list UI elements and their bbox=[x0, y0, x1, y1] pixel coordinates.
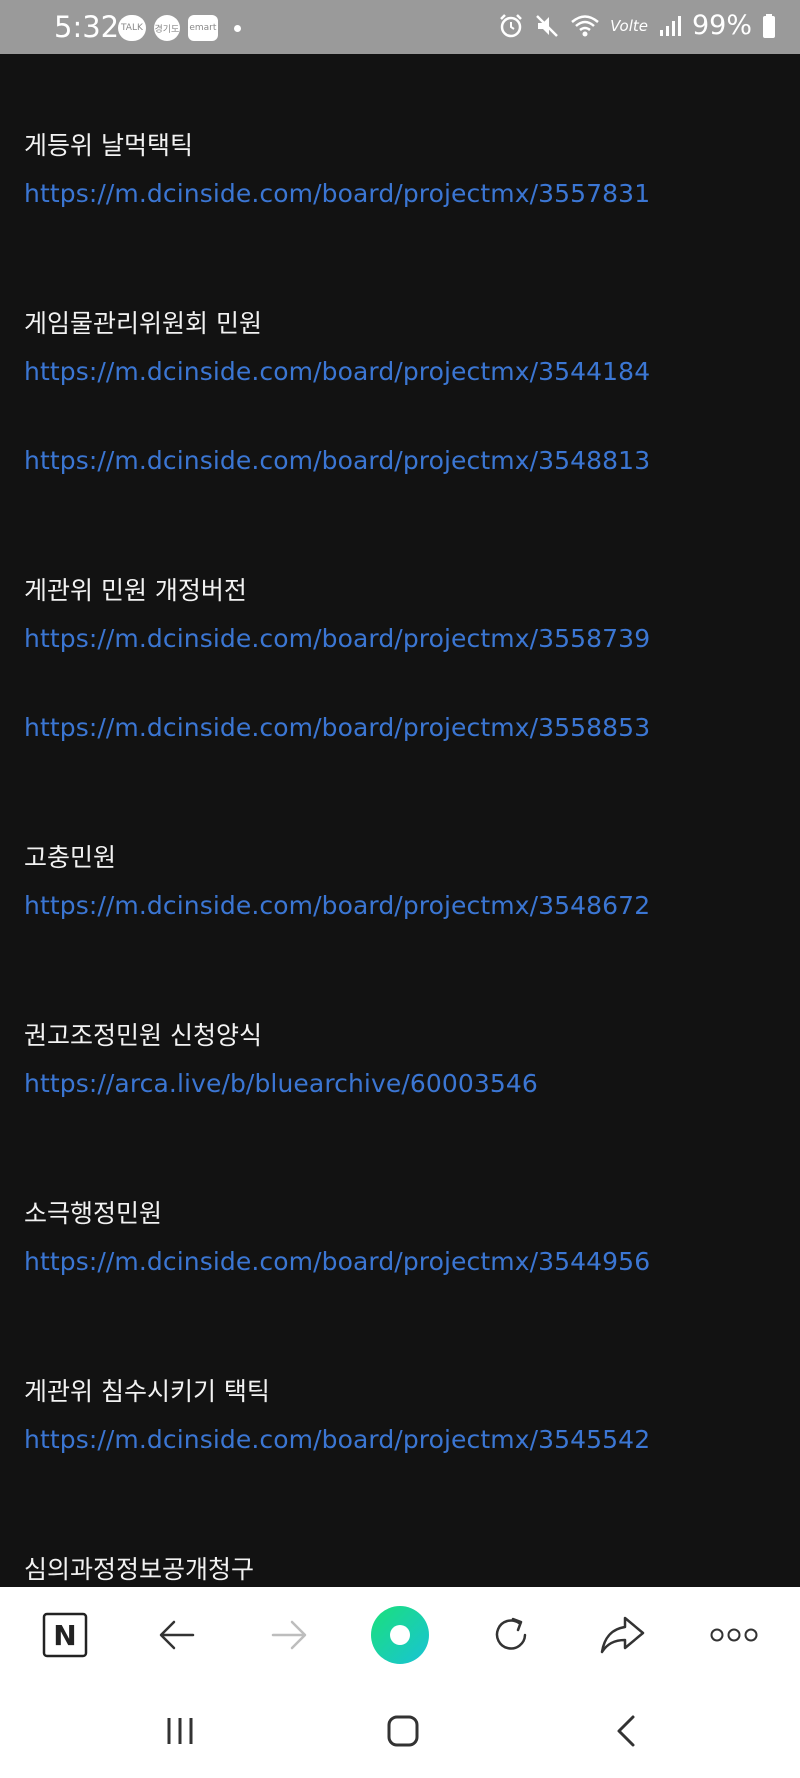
entry-link[interactable]: https://m.dcinside.com/board/projectmx/3… bbox=[24, 356, 650, 388]
forward-button[interactable] bbox=[257, 1603, 321, 1667]
naver-n-icon: N bbox=[42, 1612, 88, 1658]
entry-link[interactable]: https://m.dcinside.com/board/projectmx/3… bbox=[24, 445, 650, 477]
gyeonggi-app-notification-icon: 경기도 bbox=[153, 15, 180, 41]
back-arrow-icon bbox=[159, 1620, 195, 1650]
recent-apps-icon bbox=[167, 1718, 193, 1744]
system-icons: Volte 99% bbox=[498, 10, 776, 41]
signal-icon bbox=[659, 15, 681, 36]
volte-indicator: Volte bbox=[610, 16, 648, 35]
svg-text:N: N bbox=[53, 1619, 76, 1652]
entry-link[interactable]: https://m.dcinside.com/board/projectmx/3… bbox=[24, 1246, 650, 1278]
share-button[interactable] bbox=[591, 1603, 655, 1667]
refresh-icon bbox=[495, 1617, 527, 1650]
back-button[interactable] bbox=[145, 1603, 209, 1667]
naver-n-button[interactable]: N bbox=[33, 1603, 97, 1667]
home-icon bbox=[387, 1715, 419, 1747]
home-green-button[interactable] bbox=[368, 1603, 432, 1667]
more-icon bbox=[710, 1628, 758, 1642]
entry-link[interactable]: https://m.dcinside.com/board/projectmx/3… bbox=[24, 890, 650, 922]
entry-heading: 권고조정민원 신청양식 bbox=[24, 1021, 262, 1050]
emart-notification-icon: emart bbox=[187, 15, 218, 41]
entry-heading: 게등위 날먹택틱 bbox=[24, 131, 193, 160]
entry-link[interactable]: https://m.dcinside.com/board/projectmx/3… bbox=[24, 1424, 650, 1456]
home-button[interactable] bbox=[373, 1703, 433, 1759]
battery-percent: 99% bbox=[691, 10, 752, 41]
status-time: 5:32 bbox=[54, 10, 120, 44]
mute-icon bbox=[536, 14, 559, 37]
more-button[interactable] bbox=[702, 1603, 766, 1667]
entry-heading: 심의과정정보공개청구 bbox=[24, 1555, 255, 1584]
notification-icons: TALK 경기도 emart bbox=[118, 15, 241, 41]
kakaotalk-notification-icon: TALK bbox=[118, 15, 146, 41]
entry-link[interactable]: https://arca.live/b/bluearchive/60003546 bbox=[24, 1068, 538, 1100]
entry-heading: 게관위 민원 개정버전 bbox=[24, 576, 247, 605]
nav-back-button[interactable] bbox=[596, 1703, 656, 1759]
system-nav-bar bbox=[0, 1683, 800, 1778]
entry-heading: 고충민원 bbox=[24, 843, 117, 872]
entry-heading: 소극행정민원 bbox=[24, 1199, 163, 1228]
refresh-button[interactable] bbox=[479, 1603, 543, 1667]
forward-arrow-icon bbox=[271, 1620, 307, 1650]
more-notifications-dot-icon bbox=[233, 24, 241, 32]
document-content: 게등위 날먹택틱 https://m.dcinside.com/board/pr… bbox=[0, 54, 800, 1587]
wifi-icon bbox=[571, 14, 599, 36]
home-green-circle-icon bbox=[371, 1606, 429, 1664]
entry-heading: 게관위 침수시키기 택틱 bbox=[24, 1377, 270, 1406]
share-icon bbox=[600, 1616, 645, 1654]
recent-apps-button[interactable] bbox=[150, 1703, 210, 1759]
battery-icon bbox=[763, 13, 775, 38]
entry-link[interactable]: https://m.dcinside.com/board/projectmx/3… bbox=[24, 178, 650, 210]
entry-link[interactable]: https://m.dcinside.com/board/projectmx/3… bbox=[24, 712, 650, 744]
back-icon bbox=[617, 1715, 635, 1747]
browser-toolbar: N bbox=[0, 1587, 800, 1683]
entry-heading: 게임물관리위원회 민원 bbox=[24, 309, 262, 338]
entry-link[interactable]: https://m.dcinside.com/board/projectmx/3… bbox=[24, 623, 650, 655]
status-bar: 5:32 TALK 경기도 emart Volte 99% bbox=[0, 0, 800, 54]
alarm-icon bbox=[500, 13, 523, 37]
